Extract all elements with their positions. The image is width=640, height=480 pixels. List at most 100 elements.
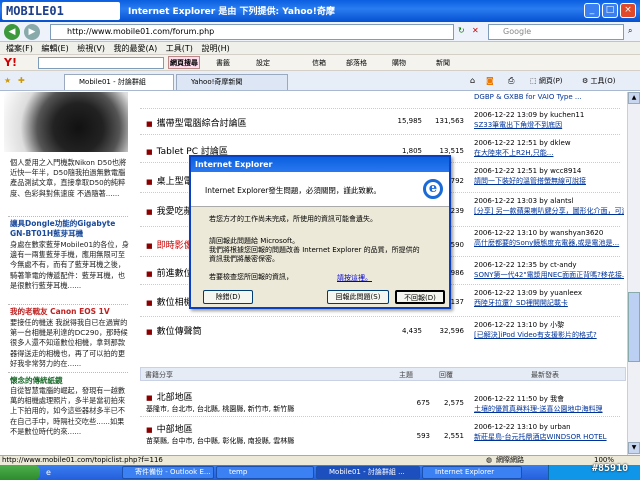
article-snippet-2[interactable]: 身處在數家藍芽Mobile01的各位，身邊有一兩隻藍芽手機，應用無限可至今無處不… [10,240,130,291]
scroll-up-icon[interactable]: ▲ [628,92,640,104]
scroll-down-icon[interactable]: ▼ [628,442,640,454]
article-title-4[interactable]: 懷念的傳統紙鏡 [10,376,130,386]
address-row: ◀ ▶ http://www.mobile01.com/forum.php ↻ … [0,22,640,42]
forum-topics: 15,985 [397,117,423,125]
dialog-details-link[interactable]: 請按這裡。 [337,273,372,283]
forum-last-post[interactable]: 2006-12-22 13:09 by yuanleex 西陸牙拉還？SD裡開開記… [474,288,624,308]
stop-icon[interactable]: ✕ [472,26,479,35]
page-menu[interactable]: ⬚ 網頁(P) [530,76,563,86]
last-post-title[interactable]: [分享] 另一款蘋果喇叭鍵分享，圖形化介面，可過段... [474,206,624,216]
vertical-scrollbar[interactable]: ▲ ▼ [627,92,640,455]
last-post-title[interactable]: 土壤的優質真與料理-送喜公園地中海料理 [474,404,624,414]
camera-photo[interactable] [4,92,128,152]
yahoo-search-input[interactable] [38,57,164,69]
forum-last-post[interactable]: 2006-12-22 13:03 by alantsl [分享] 另一款蘋果喇叭鍵… [474,196,624,216]
article-snippet-3[interactable]: 要接任的機迷 我說得我自已在過實的第一台相機是利達的DC290，那時候很多人還不… [10,318,130,369]
debug-button[interactable]: 除錯(D) [203,290,253,304]
add-favorite-icon[interactable]: ✚ [18,76,25,85]
task-temp[interactable]: temp [216,466,314,479]
home-icon[interactable]: ⌂ [470,76,475,85]
forum-last-post[interactable]: 2006-12-22 12:51 by dklew 在大陸來不上R2H,只能... [474,138,624,158]
article-title-3[interactable]: 我的老戰友 Canon EOS 1V [10,307,130,317]
menu-tools[interactable]: 工具(T) [166,42,193,55]
section-header: 書籍分享 主題 回覆 最新發表 [140,367,626,381]
toolbar-shopping[interactable]: 購物 [392,58,406,68]
search-icon[interactable]: ⌕ [628,26,632,36]
left-column: 個人愛用之入門機款Nikon D50也將近快一年半，D50隨我拍過無數電腦產品測… [0,92,132,455]
task-mobile01[interactable]: Mobile01 - 討論群組 ... [316,466,420,479]
last-post-title[interactable]: SZ33筆電出下角燈不到底因 [474,120,624,130]
menu-view[interactable]: 檢視(V) [77,42,105,55]
top-partial-link[interactable]: DGBP & GXBB for VAIO Type ... [474,92,624,102]
last-post-time: 2006-12-22 13:09 by kuchen11 [474,111,585,119]
last-post-title[interactable]: [已解決]iPod Video有支援影片的格式? [474,330,624,340]
minimize-button[interactable]: _ [584,3,600,18]
last-post-time: 2006-12-22 11:50 by 我會 [474,395,565,403]
article-snippet-1[interactable]: 個人愛用之入門機款Nikon D50也將近快一年半，D50隨我拍過無數電腦產品測… [10,158,130,199]
menu-help[interactable]: 說明(H) [201,42,229,55]
tools-menu[interactable]: ⚙ 工具(O) [582,76,615,86]
toolbar-blog[interactable]: 部落格 [346,58,367,68]
forum-last-post[interactable]: 2006-12-22 12:35 by ct-andy SONY第一代42"電漿用… [474,260,624,280]
row-divider [140,416,620,417]
search-input[interactable]: Google [488,24,624,40]
quicklaunch-ie-icon[interactable]: e [46,468,51,477]
print-icon[interactable]: ⎙ [508,76,514,86]
yahoo-search-button[interactable]: 網頁搜尋 [168,56,200,69]
maximize-button[interactable]: □ [602,3,618,18]
article-snippet-4[interactable]: 自從智慧電腦的崛起，發現有一越數萬的相機處理照片，多半是當初拍來上下拍用的，如今… [10,386,130,437]
last-post-title[interactable]: 在大陸來不上R2H,只能... [474,148,624,158]
forum-name[interactable]: 即時影像 [146,238,193,251]
send-report-button[interactable]: 回報此問題(S) [327,290,389,304]
toolbar-mail[interactable]: 信箱 [312,58,326,68]
task-ie[interactable]: Internet Explorer [422,466,522,479]
region-posts: 2,575 [443,399,464,407]
menu-file[interactable]: 檔案(F) [6,42,33,55]
divider [8,372,128,373]
last-post-title[interactable]: 高什麼都要的Sony鏡態度充電器,或是電池是... [474,238,624,248]
forum-last-post[interactable]: 2006-12-22 13:10 by 小黎 [已解決]iPod Video有支援… [474,320,624,340]
scroll-thumb[interactable] [628,292,640,362]
dialog-line: 若您方才的工作尚未完成，所使用的資訊可能會遺失。 [209,215,377,223]
last-post-title[interactable]: SONY第一代42"電漿用NEC面面正背嗎?移花接... [474,270,624,280]
last-post-title[interactable]: 新莊星島-台元托鼎酒店WINDSOR HOTEL [474,432,624,442]
tab-mobile01[interactable]: Mobile01 - 討論群組 [64,74,174,90]
region-last-post[interactable]: 2006-12-22 13:10 by urban 新莊星島-台元托鼎酒店WIND… [474,422,624,442]
yahoo-logo[interactable]: Y! [4,56,17,69]
region-posts: 2,551 [443,432,464,440]
back-icon[interactable]: ◀ [4,24,20,40]
region-name[interactable]: 中部地區 [146,422,193,435]
toolbar-news[interactable]: 新聞 [436,58,450,68]
refresh-icon[interactable]: ↻ [458,26,465,35]
favorites-star-icon[interactable]: ★ [4,76,11,85]
last-post-title[interactable]: 西陸牙拉還？SD裡開開記載卡 [474,298,624,308]
region-last-post[interactable]: 2006-12-22 11:50 by 我會 土壤的優質真與料理-送喜公園地中海料… [474,394,624,414]
toolbar-settings[interactable]: 設定 [256,58,270,68]
forum-last-post[interactable]: 2006-12-22 13:09 by kuchen11 SZ33筆電出下角燈不到… [474,110,624,130]
task-outlook[interactable]: 寄件備份 - Outlook E... [122,466,214,479]
toolbar-bookmarks[interactable]: 書籤 [216,58,230,68]
divider [8,216,128,217]
article-title-2[interactable]: 讓具Dongle功能的Gigabyte GN-BT01H藍芽耳機 [10,219,130,239]
menu-edit[interactable]: 編輯(E) [41,42,68,55]
mobile01-logo: MOBILE01 [2,2,120,20]
close-button[interactable]: × [620,3,636,18]
last-post-title[interactable]: 請問一下裝好的溫管搭螢無線可說接 [474,176,624,186]
region-name[interactable]: 北部地區 [146,390,193,403]
menu-favorites[interactable]: 我的最愛(A) [114,42,158,55]
rss-icon[interactable]: ◙ [486,76,494,85]
dont-send-button[interactable]: 不回報(D) [395,290,445,304]
row-divider [140,108,620,109]
tab-yahoo-news[interactable]: Yahoo!奇摩新聞 [176,74,288,90]
watermark: #85910 [592,463,629,474]
header-posts: 回覆 [439,371,453,379]
address-input[interactable]: http://www.mobile01.com/forum.php [50,24,454,40]
forum-posts: 131,563 [435,117,464,125]
taskbar: e 寄件備份 - Outlook E... temp Mobile01 - 討論… [0,465,640,480]
forum-name[interactable]: 數位傳聲筒 [146,324,202,337]
start-button[interactable] [0,465,40,480]
forum-name[interactable]: 攜帶型電腦綜合討論區 [146,116,247,129]
forward-icon[interactable]: ▶ [24,24,40,40]
forum-last-post[interactable]: 2006-12-22 12:51 by wcc8914 請問一下裝好的溫管搭螢無線… [474,166,624,186]
forum-last-post[interactable]: 2006-12-22 13:10 by wanshyan3620 高什麼都要的So… [474,228,624,248]
